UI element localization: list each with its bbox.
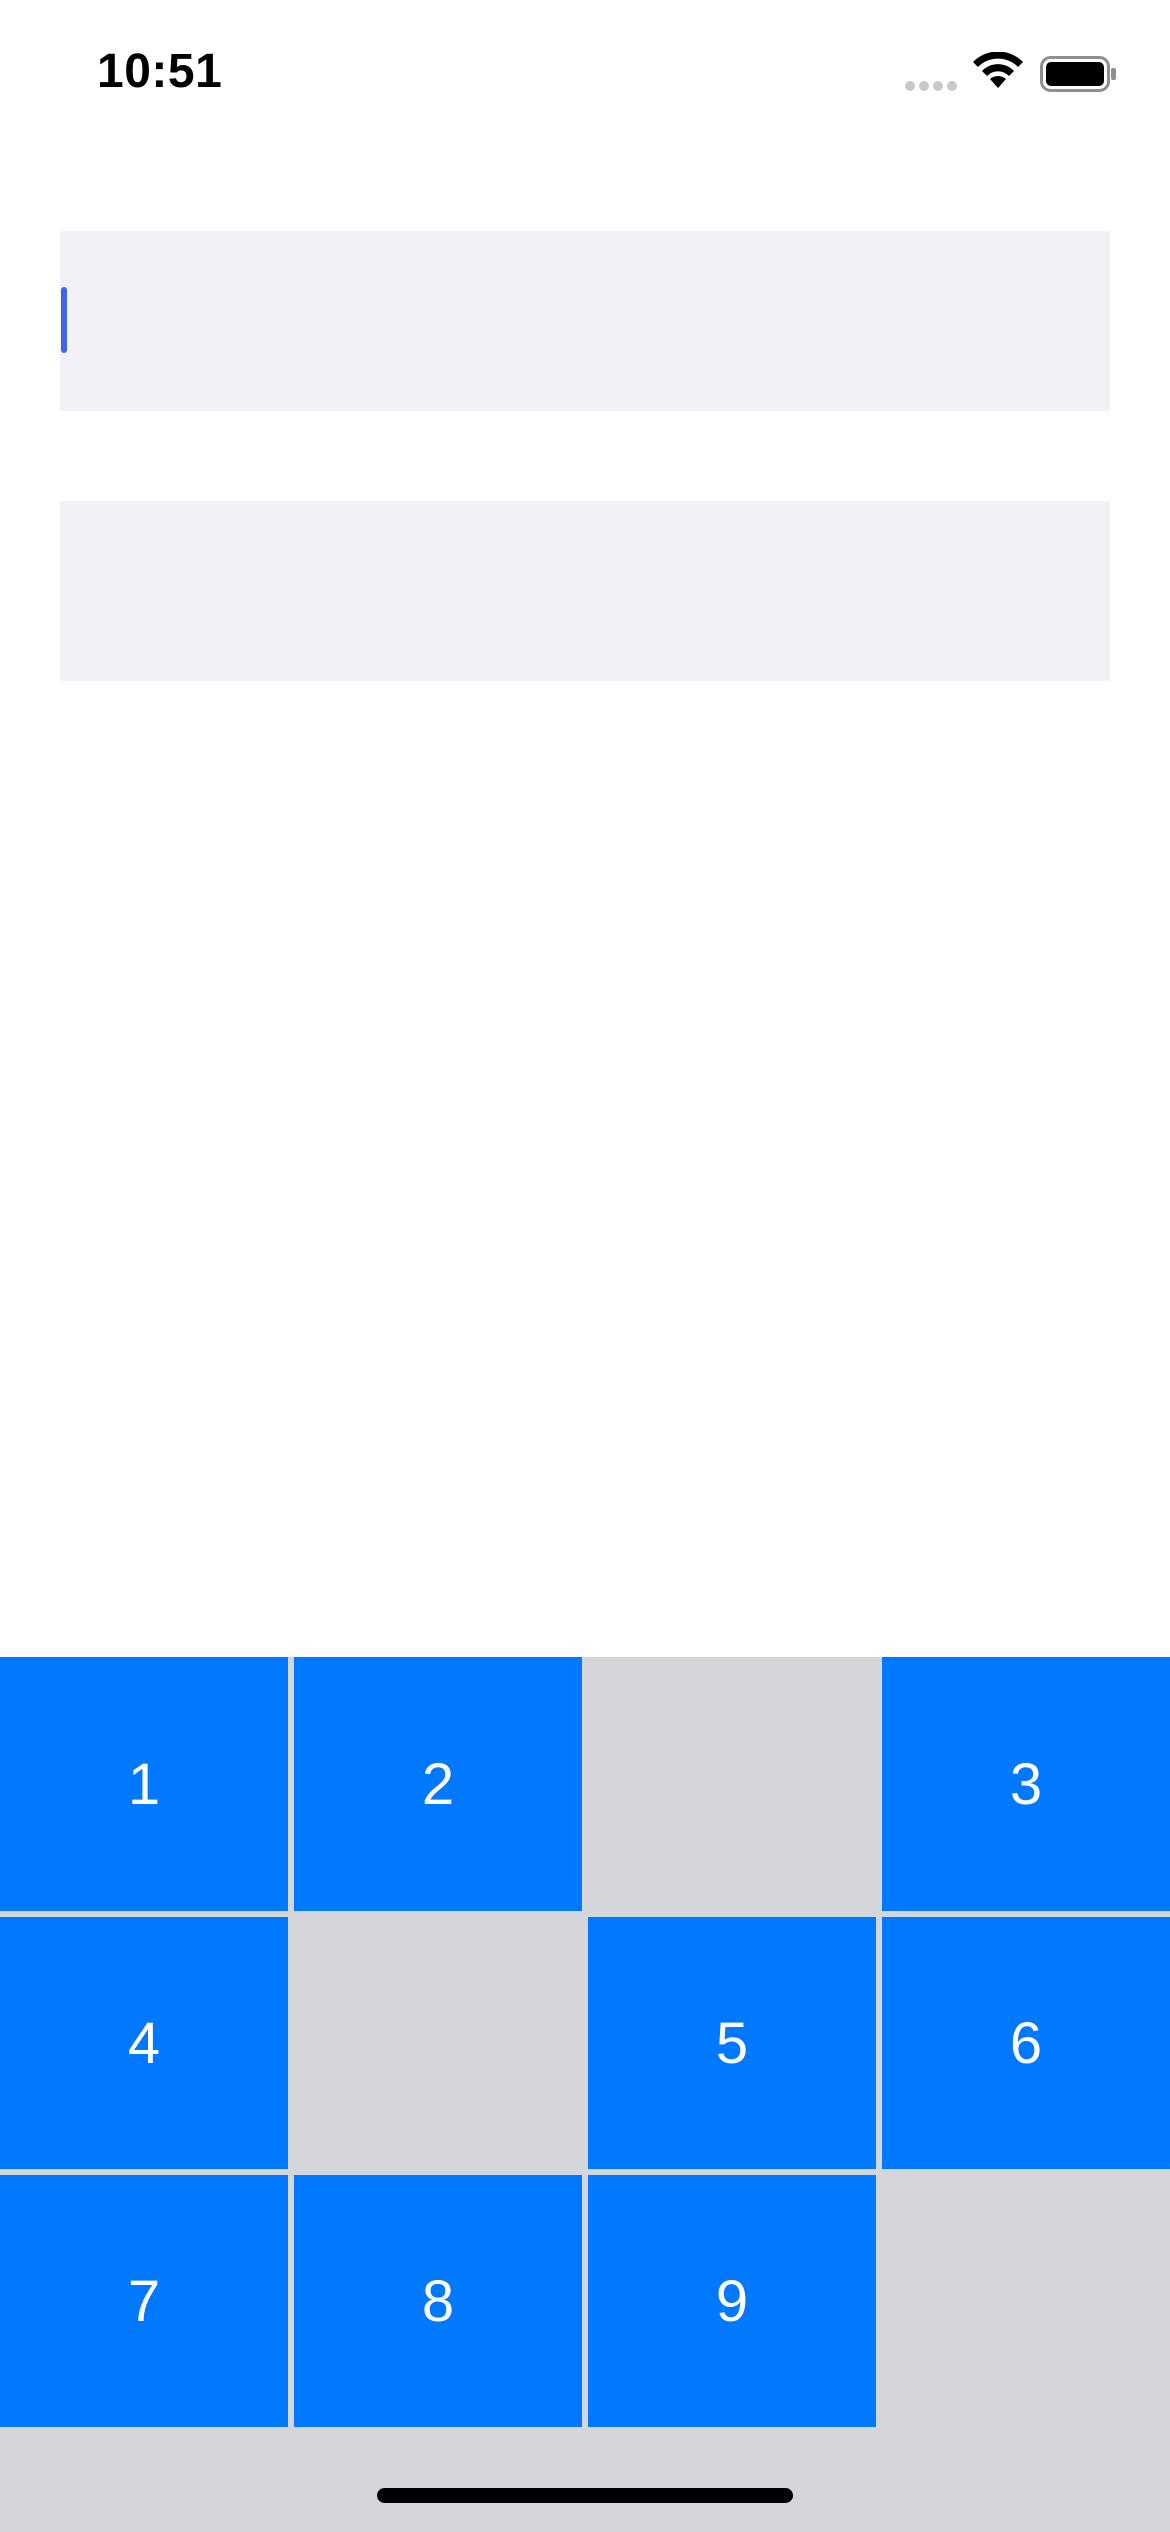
key-3[interactable]: 3 (882, 1657, 1170, 1911)
home-indicator[interactable] (377, 2488, 793, 2503)
key-6[interactable]: 6 (882, 1917, 1170, 2169)
text-cursor (61, 287, 67, 353)
status-bar: 10:51 (0, 0, 1170, 140)
status-time: 10:51 (97, 45, 223, 98)
key-2[interactable]: 2 (294, 1657, 582, 1911)
key-8[interactable]: 8 (294, 2175, 582, 2427)
signal-icon (905, 81, 957, 91)
key-1[interactable]: 1 (0, 1657, 288, 1911)
text-field-2[interactable] (60, 501, 1110, 681)
text-field-1[interactable] (60, 231, 1110, 411)
key-5[interactable]: 5 (588, 1917, 876, 2169)
key-7[interactable]: 7 (0, 2175, 288, 2427)
battery-icon (1040, 56, 1116, 92)
numeric-keypad: 1 2 3 4 5 6 7 8 9 (0, 1657, 1170, 2532)
wifi-icon (973, 52, 1023, 88)
screen: 10:51 1 2 3 4 5 6 7 8 9 (0, 0, 1170, 2532)
key-9[interactable]: 9 (588, 2175, 876, 2427)
key-4[interactable]: 4 (0, 1917, 288, 2169)
